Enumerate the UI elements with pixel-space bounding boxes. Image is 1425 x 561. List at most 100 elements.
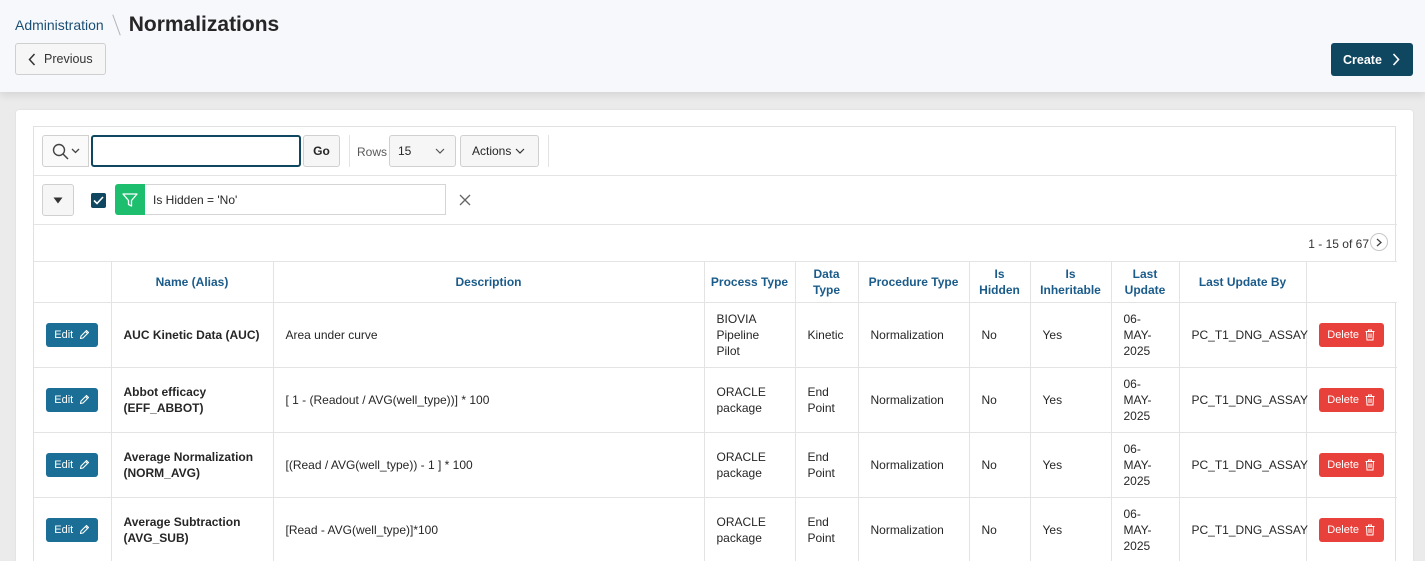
cell-procedure-type: Normalization (857, 497, 969, 561)
go-button[interactable]: Go (303, 135, 340, 167)
cell-description: [ 1 - (Readout / AVG(well_type))] * 100 (272, 367, 704, 433)
search-icon (52, 143, 69, 160)
edit-button[interactable]: Edit (46, 452, 99, 477)
filter-bar: Is Hidden = 'No' (34, 176, 1397, 225)
previous-button-label: Previous (44, 52, 93, 66)
column-header-description[interactable]: Description (272, 262, 704, 303)
pencil-icon (80, 524, 90, 535)
remove-filter-icon[interactable] (458, 193, 472, 207)
column-header-delete (1305, 262, 1397, 303)
cell-last-update-by: PC_T1_DNG_ASSAY (1178, 367, 1308, 433)
column-header-name[interactable]: Name (Alias) (110, 262, 273, 303)
filter-icon-badge (115, 184, 145, 215)
cell-last-update: 06-MAY-2025 (1110, 497, 1179, 561)
breadcrumb: Administration Normalizations (15, 13, 279, 37)
delete-button-label: Delete (1327, 393, 1360, 406)
cell-is-hidden: No (968, 497, 1030, 561)
funnel-icon (122, 192, 138, 207)
edit-button[interactable]: Edit (46, 387, 99, 412)
delete-cell: Delete (1305, 432, 1397, 498)
delete-cell: Delete (1305, 302, 1397, 368)
edit-cell: Edit (34, 497, 111, 561)
chevron-left-icon (28, 52, 36, 66)
edit-cell: Edit (34, 432, 111, 498)
column-header-is-hidden[interactable]: Is Hidden (968, 262, 1030, 303)
column-header-procedure-type[interactable]: Procedure Type (857, 262, 969, 303)
pagination-bar: 1 - 15 of 67 (34, 225, 1397, 262)
cell-is-inheritable: Yes (1029, 367, 1111, 433)
cell-data-type: Kinetic (794, 302, 858, 368)
cell-process-type: BIOVIA Pipeline Pilot (703, 302, 795, 368)
delete-button[interactable]: Delete (1319, 322, 1385, 347)
checkmark-icon (93, 196, 104, 205)
previous-button[interactable]: Previous (15, 43, 106, 75)
table-row: Edit AUC Kinetic Data (AUC) Area under c… (34, 302, 1397, 368)
cell-procedure-type: Normalization (857, 302, 969, 368)
page-header: Administration Normalizations Previous C… (0, 0, 1425, 92)
filter-enabled-checkbox[interactable] (91, 193, 106, 208)
chevron-down-icon (515, 148, 525, 154)
chevron-right-icon (1392, 53, 1400, 66)
edit-button[interactable]: Edit (46, 322, 99, 347)
rows-label: Rows (357, 145, 388, 159)
pencil-icon (80, 394, 90, 405)
cell-is-hidden: No (968, 302, 1030, 368)
column-header-process-type[interactable]: Process Type (703, 262, 795, 303)
pagination-range: 1 - 15 of 67 (1308, 237, 1369, 251)
filter-condition[interactable]: Is Hidden = 'No' (145, 184, 446, 215)
page-title: Normalizations (128, 13, 280, 36)
delete-cell: Delete (1305, 367, 1397, 433)
table-header-row: Name (Alias) Description Process Type Da… (34, 262, 1397, 303)
trash-icon (1365, 524, 1375, 535)
cell-data-type: End Point (794, 432, 858, 498)
delete-button[interactable]: Delete (1319, 517, 1385, 542)
cell-process-type: ORACLE package (703, 432, 795, 498)
cell-process-type: ORACLE package (703, 497, 795, 561)
cell-last-update-by: PC_T1_DNG_ASSAY (1178, 302, 1308, 368)
create-button[interactable]: Create (1331, 43, 1413, 76)
column-header-last-update[interactable]: Last Update (1110, 262, 1179, 303)
trash-icon (1365, 394, 1375, 405)
rows-per-page-value: 15 (398, 144, 412, 158)
delete-cell: Delete (1305, 497, 1397, 561)
rows-per-page-select[interactable]: 15 (389, 135, 456, 167)
create-button-label: Create (1343, 52, 1382, 67)
column-header-last-update-by[interactable]: Last Update By (1178, 262, 1306, 303)
collapse-filters-button[interactable] (42, 184, 74, 216)
column-header-is-inheritable[interactable]: Is Inheritable (1029, 262, 1111, 303)
search-input[interactable] (91, 135, 301, 167)
cell-is-inheritable: Yes (1029, 497, 1111, 561)
search-column-menu[interactable] (42, 135, 89, 167)
delete-button-label: Delete (1327, 458, 1360, 471)
interactive-report: Go Rows 15 Actions Is Hidden = 'No' 1 - … (33, 126, 1397, 561)
edit-cell: Edit (34, 302, 111, 368)
delete-button[interactable]: Delete (1319, 452, 1385, 477)
cell-process-type: ORACLE package (703, 367, 795, 433)
report-region: Go Rows 15 Actions Is Hidden = 'No' 1 - … (16, 110, 1413, 561)
column-header-data-type[interactable]: Data Type (794, 262, 858, 303)
cell-name: Average Normalization (NORM_AVG) (110, 432, 273, 498)
table-row: Edit Average Normalization (NORM_AVG) [(… (34, 432, 1397, 498)
cell-is-inheritable: Yes (1029, 302, 1111, 368)
cell-procedure-type: Normalization (857, 367, 969, 433)
pencil-icon (80, 329, 90, 340)
breadcrumb-link-administration[interactable]: Administration (15, 17, 104, 33)
cell-last-update-by: PC_T1_DNG_ASSAY (1178, 497, 1308, 561)
actions-menu-button[interactable]: Actions (460, 135, 539, 167)
delete-button[interactable]: Delete (1319, 387, 1385, 412)
edit-button[interactable]: Edit (46, 517, 99, 542)
next-page-button[interactable] (1370, 233, 1388, 251)
cell-is-inheritable: Yes (1029, 432, 1111, 498)
table-row: Edit Abbot efficacy (EFF_ABBOT) [ 1 - (R… (34, 367, 1397, 433)
actions-label: Actions (472, 144, 512, 158)
cell-procedure-type: Normalization (857, 432, 969, 498)
cell-description: [(Read / AVG(well_type)) - 1 ] * 100 (272, 432, 704, 498)
cell-is-hidden: No (968, 432, 1030, 498)
normalizations-table: Name (Alias) Description Process Type Da… (34, 262, 1397, 561)
edit-cell: Edit (34, 367, 111, 433)
toolbar-divider (548, 135, 549, 167)
table-row: Edit Average Subtraction (AVG_SUB) [Read… (34, 497, 1397, 561)
delete-button-label: Delete (1327, 328, 1360, 341)
edit-button-label: Edit (54, 523, 74, 536)
delete-button-label: Delete (1327, 523, 1360, 536)
